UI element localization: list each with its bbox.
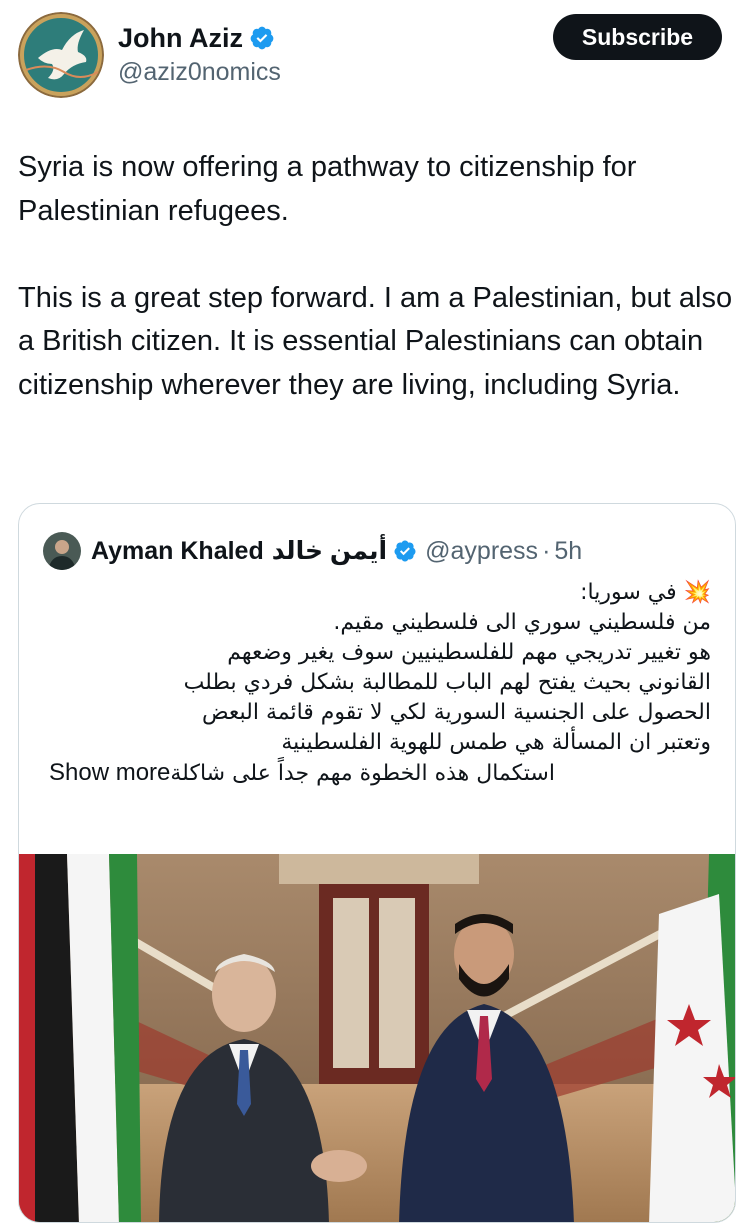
- quoted-author-name[interactable]: Ayman Khaled: [91, 537, 264, 566]
- header-separator: ·: [542, 536, 551, 565]
- subscribe-button[interactable]: Subscribe: [553, 14, 722, 60]
- quoted-text-line: الحصول على الجنسية السورية لكي لا تقوم ق…: [201, 700, 711, 725]
- author-handle[interactable]: @aziz0nomics: [118, 58, 281, 87]
- quoted-tweet-text: 💥 في سوريا: من فلسطيني سوري الى فلسطيني …: [39, 578, 711, 789]
- dove-logo-icon: [18, 12, 104, 98]
- verified-badge-icon: [393, 539, 417, 563]
- quoted-text-line: من فلسطيني سوري الى فلسطيني مقيم.: [333, 610, 711, 635]
- quoted-author-avatar[interactable]: [43, 532, 81, 570]
- quoted-author-handle[interactable]: @aypress: [425, 537, 538, 566]
- quoted-text-line: هو تغيير تدريجي مهم للفلسطينيين سوف يغير…: [227, 640, 711, 665]
- quoted-tweet-timestamp[interactable]: 5h: [554, 537, 582, 566]
- quoted-text-line: وتعتبر ان المسألة هي طمس للهوية الفلسطين…: [281, 730, 711, 755]
- show-more-link[interactable]: Show more: [49, 758, 170, 788]
- quoted-text-last-line: استكمال هذه الخطوة مهم جداً على شاكلة Sh…: [39, 758, 711, 789]
- quoted-tweet-header: Ayman Khaled أيمن خالد @aypress · 5h: [43, 532, 582, 570]
- quoted-author-name-arabic[interactable]: أيمن خالد: [272, 536, 387, 566]
- author-block: John Aziz @aziz0nomics: [118, 20, 281, 87]
- quoted-text-line: استكمال هذه الخطوة مهم جداً على شاكلة: [170, 761, 555, 786]
- person-avatar-icon: [43, 532, 81, 570]
- quoted-text-line: 💥 في سوريا:: [580, 580, 711, 605]
- quoted-text-line: القانوني بحيث يفتح لهم الباب للمطالبة بش…: [183, 670, 711, 695]
- quoted-tweet[interactable]: Ayman Khaled أيمن خالد @aypress · 5h 💥 ف…: [18, 503, 736, 1223]
- author-avatar[interactable]: [18, 12, 104, 98]
- quoted-tweet-photo[interactable]: [19, 854, 735, 1222]
- author-name[interactable]: John Aziz: [118, 23, 243, 54]
- tweet-text: Syria is now offering a pathway to citiz…: [18, 151, 733, 401]
- verified-badge-icon: [249, 25, 275, 51]
- photo-illustration: [19, 854, 735, 1222]
